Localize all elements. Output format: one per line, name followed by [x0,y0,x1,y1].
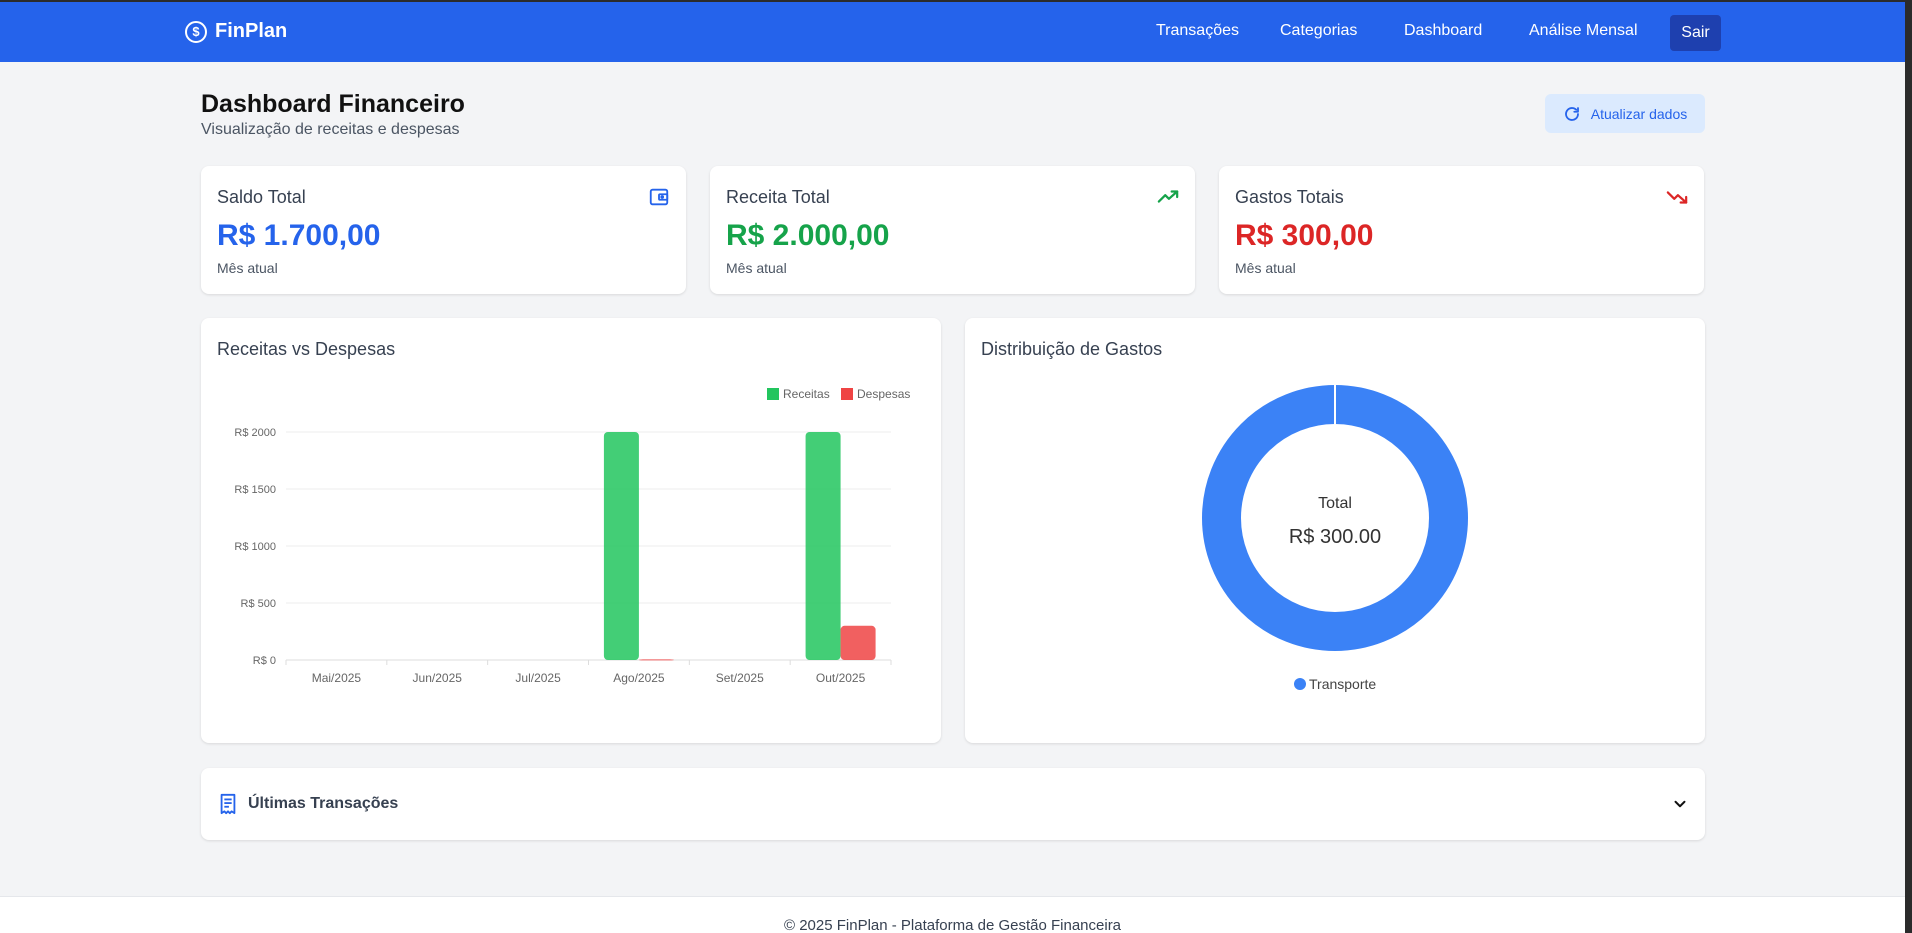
donut-center-label: Total [1318,495,1352,512]
stat-value: R$ 300,00 [1235,219,1374,252]
x-tick-label: Out/2025 [816,671,866,685]
x-tick-label: Ago/2025 [613,671,665,685]
donut-chart: Total R$ 300.00 Transporte [1202,385,1468,692]
nav-link-transacoes[interactable]: Transações [1156,22,1239,40]
legend-swatch-receitas [767,388,779,400]
refresh-icon [1564,106,1579,121]
footer: © 2025 FinPlan - Plataforma de Gestão Fi… [0,896,1905,933]
trending-up-icon [1157,190,1179,203]
bar-receitas [603,432,639,660]
nav-link-categorias[interactable]: Categorias [1280,22,1357,40]
stat-card-receita: Receita Total R$ 2.000,00 Mês atual [710,166,1195,294]
page-title: Dashboard Financeiro [201,90,465,118]
nav-link-analise-mensal[interactable]: Análise Mensal [1529,22,1638,40]
logout-button[interactable]: Sair [1670,15,1721,51]
legend-label-transporte: Transporte [1309,676,1376,692]
y-tick-label: R$ 1500 [234,484,276,496]
donut-center-value: R$ 300.00 [1289,526,1381,548]
chevron-down-icon[interactable] [1671,795,1689,813]
stat-value: R$ 1.700,00 [217,219,381,252]
last-transactions-panel[interactable]: Últimas Transações [201,768,1705,840]
x-tick-label: Set/2025 [716,671,764,685]
bar-despesas [638,659,674,661]
x-tick-label: Jul/2025 [515,671,561,685]
refresh-data-button[interactable]: Atualizar dados [1545,94,1705,133]
bar-chart: R$ 0 R$ 500 R$ 1000 R$ 1500 R$ 2000 Mai/2025 J… [234,387,910,685]
x-tick-label: Jun/2025 [413,671,463,685]
nav-link-dashboard[interactable]: Dashboard [1404,22,1482,40]
legend-label-receitas: Receitas [783,387,830,401]
stat-note: Mês atual [217,260,278,276]
y-tick-label: R$ 1000 [234,541,276,553]
legend-swatch-despesas [841,388,853,400]
bar-receitas [805,432,841,660]
stat-label: Receita Total [726,187,830,207]
page-subtitle: Visualização de receitas e despesas [201,121,460,138]
refresh-data-label: Atualizar dados [1590,105,1688,122]
donut-slice-transporte [1202,385,1468,651]
last-transactions-title: Últimas Transações [248,795,399,812]
donut-chart-card: Distribuição de Gastos Total R$ 300.00 Tra… [965,318,1705,743]
stat-label: Gastos Totais [1235,187,1344,207]
y-tick-label: R$ 500 [241,598,276,610]
screen-edge-right [1905,0,1912,933]
legend-swatch-transporte [1294,678,1306,690]
bar-chart-card: Receitas vs Despesas R$ 0 R$ 500 R$ 1000 R$… [201,318,941,743]
receipt-icon [220,793,236,815]
navbar: $ FinPlan Transações Categorias Dashboar… [0,2,1905,62]
bar-despesas [840,625,876,660]
wallet-icon [649,188,669,206]
trending-down-icon [1666,191,1688,204]
y-tick-label: R$ 0 [253,655,276,667]
legend-label-despesas: Despesas [857,387,910,401]
stat-note: Mês atual [1235,260,1296,276]
footer-text: © 2025 FinPlan - Plataforma de Gestão Fi… [783,917,1122,933]
stat-value: R$ 2.000,00 [726,219,890,252]
nav-links: Transações Categorias Dashboard Análise … [0,2,1905,62]
stat-label: Saldo Total [217,187,306,207]
stat-card-gastos: Gastos Totais R$ 300,00 Mês atual [1219,166,1704,294]
x-tick-label: Mai/2025 [312,671,362,685]
y-tick-label: R$ 2000 [234,427,276,439]
stat-card-saldo: Saldo Total R$ 1.700,00 Mês atual [201,166,686,294]
stat-note: Mês atual [726,260,787,276]
